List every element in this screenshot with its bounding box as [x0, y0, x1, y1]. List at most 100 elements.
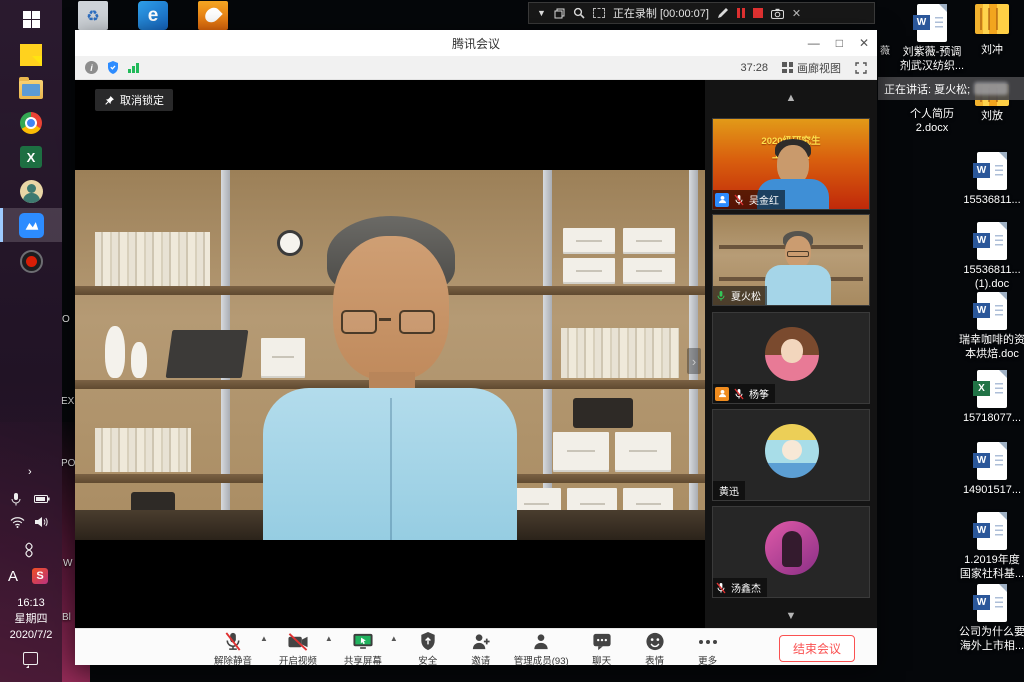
share-options-caret[interactable]: ▲	[390, 634, 398, 643]
recorder-zoom-icon[interactable]	[573, 7, 585, 19]
recorder-window-icon[interactable]	[554, 8, 565, 19]
tray-sogou-icon[interactable]: S	[32, 568, 48, 584]
taskbar-excel[interactable]: X	[0, 140, 62, 174]
main-speaker-video[interactable]: 取消锁定	[75, 80, 705, 628]
unmute-button[interactable]: 解除静音	[213, 631, 253, 667]
desktop-icon[interactable]: W 公司为什么要海外上市相...	[956, 584, 1024, 653]
audio-badge-icon	[715, 193, 729, 207]
taskbar-recorder[interactable]	[0, 244, 62, 278]
meeting-control-bar: 解除静音 ▲ 开启视频 ▲ 共享屏幕 ▲ 安全 邀请	[75, 628, 877, 665]
close-button[interactable]: ✕	[859, 36, 869, 50]
tray-clock-weekday[interactable]: 星期四	[0, 612, 62, 627]
mute-options-caret[interactable]: ▲	[260, 634, 268, 643]
meeting-info-icon[interactable]: i	[85, 61, 98, 74]
maximize-button[interactable]: □	[836, 36, 843, 50]
invite-button[interactable]: 邀请	[461, 631, 501, 667]
start-video-button[interactable]: 开启视频	[278, 631, 318, 667]
tray-wifi-icon[interactable]	[10, 516, 25, 528]
participant-name: 杨筝	[749, 386, 769, 401]
minimize-button[interactable]: —	[808, 36, 820, 50]
participant-name: 夏火松	[731, 288, 761, 303]
more-button[interactable]: 更多	[688, 631, 728, 667]
chrome-icon	[20, 112, 42, 134]
desktop-icon[interactable]: W 14901517...	[956, 442, 1024, 497]
sidebar-collapse-handle[interactable]: ›	[687, 348, 701, 374]
recorder-region-icon[interactable]	[593, 8, 605, 18]
tencent-meeting-icon	[19, 213, 44, 238]
taskbar-file-explorer[interactable]	[0, 72, 62, 106]
tray-language-indicator[interactable]: A	[8, 568, 18, 585]
mic-muted-icon	[715, 582, 727, 594]
chat-button[interactable]: 聊天	[582, 631, 622, 667]
excel-file-icon: X	[977, 370, 1007, 408]
desktop-icon[interactable]: X 15718077...	[956, 370, 1024, 425]
participant-name: 汤鑫杰	[731, 580, 761, 595]
taskbar-chrome[interactable]	[0, 106, 62, 140]
recorder-pause-icon[interactable]	[737, 8, 745, 18]
tencent-meeting-window: 腾讯会议 — □ ✕ i 37:28 画廊视图 取消锁定	[75, 30, 877, 665]
recorder-close-icon[interactable]: ✕	[792, 7, 801, 20]
desktop-label-fragment: 薇	[880, 42, 890, 57]
window-title: 腾讯会议	[452, 35, 500, 52]
desktop-label-fragment: PO	[61, 458, 75, 469]
recorder-dropdown-icon[interactable]: ▼	[537, 8, 546, 18]
recorder-pencil-icon[interactable]	[717, 7, 729, 19]
flame-app-icon[interactable]	[198, 1, 228, 30]
recorder-icon	[20, 250, 43, 273]
taskbar-tencent-meeting[interactable]	[0, 208, 62, 242]
desktop-label-fragment: O	[62, 314, 70, 325]
notification-center-icon[interactable]	[23, 652, 38, 665]
word-file-icon: W	[977, 152, 1007, 190]
recorder-camera-icon[interactable]	[771, 8, 784, 19]
share-screen-button[interactable]: 共享屏幕	[343, 631, 383, 667]
security-shield-icon[interactable]	[107, 61, 119, 74]
desktop-top-icon-row: ♻ e	[66, 0, 96, 30]
desktop-label-fragment: W	[63, 558, 72, 569]
speaking-indicator-text: 正在讲话: 夏火松;	[884, 81, 970, 97]
tray-expand-chevron[interactable]: ›	[28, 466, 32, 478]
mic-muted-icon	[733, 194, 745, 206]
participant-tile[interactable]: 夏火松	[712, 214, 870, 306]
emoji-button[interactable]: 表情	[635, 631, 675, 667]
recorder-stop-icon[interactable]	[753, 8, 763, 18]
start-button[interactable]	[0, 2, 62, 36]
tray-battery-icon[interactable]	[34, 494, 50, 504]
desktop-icon[interactable]: W 1.2019年度国家社科基...	[956, 512, 1024, 581]
desktop-icon[interactable]: W 瑞幸咖啡的资本烘焙.doc	[956, 292, 1024, 361]
desktop-icon[interactable]: W 15536811...	[956, 152, 1024, 207]
video-options-caret[interactable]: ▲	[325, 634, 333, 643]
participant-tile[interactable]: 杨筝	[712, 312, 870, 404]
mic-active-icon	[715, 290, 727, 302]
sticky-notes-icon	[20, 44, 42, 66]
tray-clock-date[interactable]: 2020/7/2	[0, 628, 62, 643]
scroll-up-icon[interactable]: ▲	[705, 92, 877, 104]
participant-tile[interactable]: 汤鑫杰	[712, 506, 870, 598]
desktop-icon[interactable]: W 15536811...(1).doc	[956, 222, 1024, 291]
recycle-bin-icon[interactable]: ♻	[78, 1, 108, 30]
security-button[interactable]: 安全	[408, 631, 448, 667]
manage-members-button[interactable]: 管理成员(93)	[514, 631, 569, 667]
word-file-icon: W	[977, 584, 1007, 622]
fullscreen-icon[interactable]	[855, 62, 867, 74]
participant-tile[interactable]: 2020级研究生 上双选会 吴金红	[712, 118, 870, 210]
taskbar-sticky-notes[interactable]	[0, 38, 62, 72]
end-meeting-button[interactable]: 结束会议	[779, 635, 855, 662]
window-titlebar[interactable]: 腾讯会议 — □ ✕	[75, 30, 877, 56]
gallery-view-button[interactable]: 画廊视图	[782, 60, 841, 76]
participant-tile[interactable]: 黄迅	[712, 409, 870, 501]
tray-volume-icon[interactable]	[34, 516, 48, 528]
desktop-icon[interactable]: 刘冲	[956, 4, 1024, 57]
taskbar-contacts-app[interactable]	[0, 174, 62, 208]
word-file-icon: W	[917, 4, 947, 42]
tray-clock-time[interactable]: 16:13	[0, 596, 62, 611]
mic-muted-icon	[223, 631, 243, 652]
scroll-down-icon[interactable]: ▼	[705, 610, 877, 622]
share-screen-icon	[351, 631, 375, 652]
tray-pen-ime-icon[interactable]	[22, 542, 36, 558]
edge-browser-icon[interactable]: e	[138, 1, 168, 30]
tray-mic-icon[interactable]	[10, 492, 22, 507]
unpin-button[interactable]: 取消锁定	[95, 89, 173, 111]
grid-view-icon	[782, 62, 793, 73]
word-file-icon: W	[977, 222, 1007, 260]
desktop-label-fragment: EX	[61, 396, 74, 407]
